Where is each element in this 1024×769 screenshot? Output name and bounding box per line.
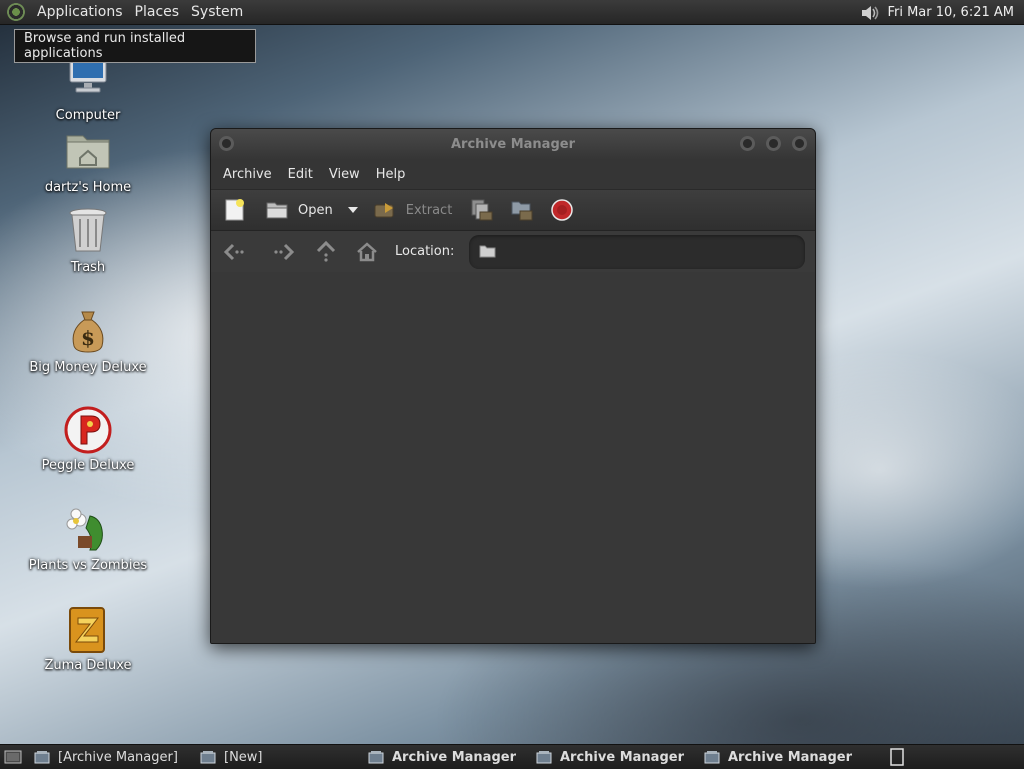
location-label: Location:	[395, 244, 455, 259]
home-icon	[357, 242, 377, 262]
taskbar-item-archive-manager-minimized[interactable]: [Archive Manager]	[34, 745, 200, 769]
applications-menu[interactable]: Applications	[31, 4, 129, 20]
desktop-icon-big-money-deluxe[interactable]: $ Big Money Deluxe	[28, 308, 148, 375]
taskbar-item-archive-manager-2[interactable]: Archive Manager	[536, 745, 704, 769]
up-button[interactable]	[316, 241, 336, 263]
new-archive-button[interactable]	[223, 195, 247, 225]
add-folder-button[interactable]	[510, 195, 534, 225]
window-titlebar[interactable]: Archive Manager	[211, 129, 815, 160]
archive-file-list[interactable]	[211, 272, 815, 643]
home-button[interactable]	[356, 241, 378, 263]
open-icon	[265, 200, 289, 220]
taskbar-item-archive-manager-3[interactable]: Archive Manager	[704, 745, 864, 769]
stop-button[interactable]	[550, 195, 574, 225]
plants-icon	[64, 506, 112, 554]
new-archive-icon	[223, 198, 247, 222]
desktop-icon-label: Trash	[70, 260, 106, 275]
maximize-button[interactable]	[766, 136, 781, 151]
desktop-icon-label: Computer	[55, 108, 121, 123]
places-menu[interactable]: Places	[129, 4, 186, 20]
desktop-icon-zuma-deluxe[interactable]: Zuma Deluxe	[28, 606, 148, 673]
extract-label: Extract	[405, 202, 453, 218]
money-bag-icon: $	[64, 308, 112, 356]
home-folder-icon	[64, 128, 112, 176]
archive-manager-icon	[34, 751, 50, 764]
location-bar: Location:	[211, 231, 815, 274]
bottom-panel: [Archive Manager] [New] Archive Manager …	[0, 744, 1024, 769]
taskbar-item-label: [New]	[224, 749, 263, 765]
show-desktop-button[interactable]	[4, 749, 22, 765]
stop-icon	[550, 198, 574, 222]
clock[interactable]: Fri Mar 10, 6:21 AM	[887, 5, 1014, 20]
archive-manager-icon	[536, 751, 552, 764]
menu-bar: Archive Edit View Help	[211, 160, 815, 189]
add-files-icon	[470, 198, 494, 222]
desktop-icon-label: dartz's Home	[44, 180, 132, 195]
location-field[interactable]	[469, 235, 805, 269]
desktop-icon-label: Plants vs Zombies	[28, 558, 148, 573]
desktop-icon-label: Big Money Deluxe	[29, 360, 147, 375]
up-icon	[316, 241, 336, 262]
minimize-button[interactable]	[740, 136, 755, 151]
computer-icon	[64, 56, 112, 104]
workspace-icon	[890, 748, 904, 766]
show-desktop-icon	[4, 750, 22, 764]
taskbar-item-label: Archive Manager	[392, 749, 516, 765]
panel-tray: Fri Mar 10, 6:21 AM	[859, 0, 1024, 25]
taskbar-item-new[interactable]: [New]	[200, 745, 368, 769]
desktop-icon-home[interactable]: dartz's Home	[28, 128, 148, 195]
window-menu-button[interactable]	[219, 136, 234, 151]
taskbar-item-label: Archive Manager	[560, 749, 684, 765]
trash-icon	[64, 208, 112, 256]
system-menu[interactable]: System	[185, 4, 249, 20]
menu-archive[interactable]: Archive	[215, 167, 280, 182]
desktop-icon-computer[interactable]: Computer	[28, 56, 148, 123]
desktop-icon-label: Peggle Deluxe	[41, 458, 135, 473]
forward-icon	[274, 243, 295, 261]
open-label: Open	[298, 202, 333, 218]
forward-button[interactable]	[273, 243, 295, 261]
archive-manager-window: Archive Manager Archive Edit View Help O…	[210, 128, 816, 644]
extract-button[interactable]: Extract	[373, 195, 453, 225]
taskbar-item-archive-manager-1[interactable]: Archive Manager	[368, 745, 536, 769]
window-title: Archive Manager	[451, 137, 575, 152]
workspace-switcher[interactable]	[890, 748, 904, 766]
menu-view[interactable]: View	[321, 167, 368, 182]
desktop-icon-peggle-deluxe[interactable]: Peggle Deluxe	[28, 406, 148, 473]
archive-manager-icon	[200, 751, 216, 764]
add-folder-icon	[510, 198, 534, 222]
zuma-icon	[64, 606, 112, 654]
speaker-icon[interactable]	[859, 3, 881, 23]
menu-help[interactable]: Help	[368, 167, 414, 182]
archive-manager-icon	[368, 751, 384, 764]
extract-icon	[373, 200, 397, 220]
open-button[interactable]: Open	[265, 195, 333, 225]
distro-logo-icon[interactable]	[7, 3, 25, 21]
desktop-icon-plants-vs-zombies[interactable]: Plants vs Zombies	[28, 506, 148, 573]
menu-edit[interactable]: Edit	[280, 167, 321, 182]
taskbar-item-label: [Archive Manager]	[58, 749, 178, 765]
peggle-icon	[64, 406, 112, 454]
archive-manager-icon	[704, 751, 720, 764]
open-recent-dropdown[interactable]	[347, 195, 359, 225]
folder-icon	[479, 244, 496, 258]
dropdown-arrow-icon	[347, 205, 359, 215]
taskbar-item-label: Archive Manager	[728, 749, 852, 765]
toolbar: Open Extract	[211, 189, 815, 231]
close-button[interactable]	[792, 136, 807, 151]
desktop-icon-trash[interactable]: Trash	[28, 208, 148, 275]
svg-text:$: $	[81, 326, 95, 350]
back-icon	[223, 243, 244, 261]
add-files-button[interactable]	[470, 195, 494, 225]
top-panel: Applications Places System Fri Mar 10, 6…	[0, 0, 1024, 25]
applications-tooltip: Browse and run installed applications	[14, 29, 256, 63]
back-button[interactable]	[223, 243, 245, 261]
desktop-icon-label: Zuma Deluxe	[44, 658, 132, 673]
